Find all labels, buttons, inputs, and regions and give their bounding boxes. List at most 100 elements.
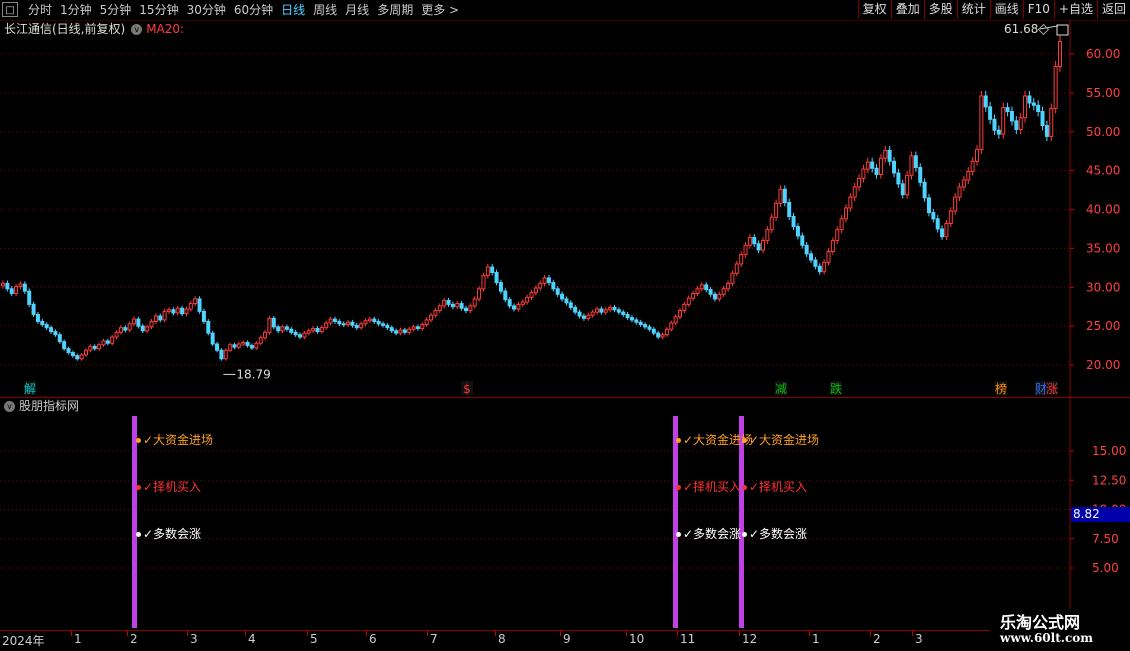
candle-body [184,308,189,315]
candle-body [568,302,573,308]
candle-body [18,283,23,287]
period-tabs: 分时 1分钟 5分钟 15分钟 30分钟 60分钟 日线 周线 月线 多周期 更多 > [24,0,463,20]
signal-buy: ✓择机买入 [676,478,741,495]
candle-body [577,311,582,317]
candle-body [996,129,1001,135]
candle-body [118,327,123,333]
candle-body [795,226,800,237]
period-tab[interactable]: 60分钟 [230,0,277,20]
candle-body [420,324,425,329]
toolbar-button[interactable]: 返回 [1096,0,1130,19]
candle-body [145,326,150,332]
toolbar-button[interactable]: F10 [1022,0,1054,19]
period-tab[interactable]: 15分钟 [135,0,182,20]
candle-body [193,298,198,305]
indicator-tick-label: 5.00 [1092,561,1119,575]
toolbar-button[interactable]: 统计 [956,0,990,19]
toolbar-button[interactable]: 画线 [989,0,1023,19]
watermark-url: www.60lt.com [1000,631,1093,645]
candle-body [328,318,333,324]
candle-body [878,157,883,176]
price-tick-label: 40.00 [1086,203,1120,217]
candle-body [608,306,613,311]
date-tick-label: 10 [629,632,645,646]
candle-body [782,188,787,204]
date-tick-label: 4 [248,632,256,646]
toolbar-button[interactable]: +自选 [1053,0,1097,19]
candle-body [551,282,556,290]
date-tick-label: 9 [563,632,571,646]
candle-body [896,172,901,185]
date-tick-mark [307,631,308,636]
event-marker: 解 [24,382,36,396]
signal-big-money: ✓大资金进场 [136,431,213,448]
date-tick-mark [245,631,246,636]
dot-icon [742,532,747,537]
toolbar-button[interactable]: 多股 [923,0,957,19]
candle-body [49,327,54,333]
candle-body [433,310,438,316]
high-price-label: 61.68 [1004,22,1038,36]
candle-body [691,292,696,299]
period-tab[interactable]: 月线 [341,0,373,20]
candle-body [586,314,591,319]
candle-body [839,218,844,231]
period-tab[interactable]: 日线 [277,0,309,20]
candle-body [341,323,346,326]
candle-body [66,348,71,354]
candle-body [970,160,975,172]
square-back-icon[interactable]: □ [2,2,18,17]
candle-body [424,319,429,326]
toolbar-button[interactable]: 复权 [857,0,891,19]
date-tick-mark [912,631,913,636]
toolbar-button[interactable]: 叠加 [890,0,924,19]
candle-body [752,236,757,245]
candle-body [210,332,215,345]
candle-body [31,303,36,315]
candle-body [232,344,237,348]
candle-body [446,299,451,305]
date-tick-mark [71,631,72,636]
period-tab[interactable]: 更多 > [417,0,463,20]
candle-body [97,344,102,350]
signal-text: ✓多数会涨 [143,527,202,541]
candle-body [651,328,656,334]
candle-body [180,307,185,315]
period-tab[interactable]: 5分钟 [96,0,136,20]
candle-body [5,282,10,290]
candle-body [280,326,285,332]
candle-body [1001,107,1006,135]
candle-body [485,266,490,277]
chevron-down-icon[interactable]: v [131,24,143,35]
candle-body [935,218,940,230]
candle-body [83,349,88,356]
period-tab[interactable]: 分时 [24,0,56,20]
candle-body [1049,107,1054,137]
period-tab[interactable]: 周线 [309,0,341,20]
candle-body [760,240,765,251]
candle-body [988,106,993,120]
candle-body [429,314,434,321]
price-chart[interactable]: 60.00 55.00 50.00 45.00 40.00 35.00 30.00 25.00… [0,20,1130,398]
signal-text: ✓大资金进场 [749,433,820,447]
candle-body [376,320,381,325]
candle-body [634,319,639,323]
candle-body [813,259,818,267]
price-tick-label: 55.00 [1086,86,1120,100]
period-tab[interactable]: 30分钟 [183,0,230,20]
candle-body [319,327,324,333]
event-marker: 涨 [1046,381,1058,396]
chevron-down-icon[interactable]: v [4,401,15,412]
period-tab[interactable]: 1分钟 [56,0,96,20]
candle-body [870,161,875,169]
candle-body [560,293,565,300]
price-tick-label: 60.00 [1086,47,1120,61]
date-tick-mark [739,631,740,636]
period-tab[interactable]: 多周期 [373,0,417,20]
date-tick-mark [870,631,871,636]
candle-body [324,322,329,329]
candle-body [415,326,420,329]
candle-body [463,307,468,312]
candle-body [127,323,132,331]
candle-body [983,95,988,108]
